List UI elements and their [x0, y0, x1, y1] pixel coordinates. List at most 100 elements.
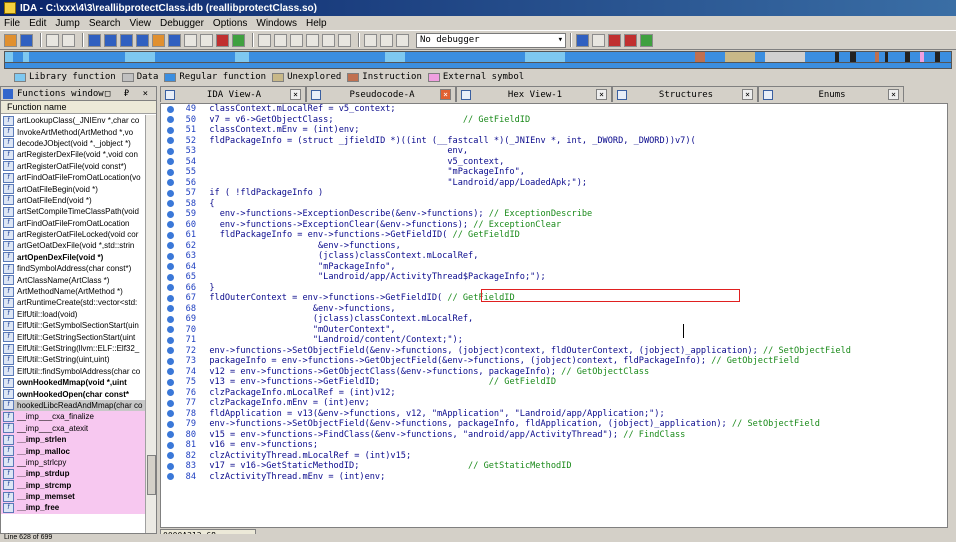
code-line[interactable]: 73 packageInfo = env->functions->GetObje… [161, 356, 947, 367]
tab-ida-view-a[interactable]: IDA View-A × [160, 86, 306, 102]
tab-hex-view-1[interactable]: Hex View-1 × [456, 86, 612, 102]
code-line[interactable]: 64 "mPackageInfo", [161, 262, 947, 273]
tab-close-icon[interactable]: × [888, 89, 899, 100]
code-line[interactable]: 77 clzPackageInfo.mEnv = (int)env; [161, 398, 947, 409]
paste-icon[interactable] [104, 33, 117, 47]
forward-icon[interactable] [62, 33, 75, 47]
breakpoint-icon[interactable] [608, 33, 621, 47]
tab-pseudocode-a[interactable]: Pseudocode-A × [306, 86, 456, 102]
binary-search-icon[interactable] [200, 33, 213, 47]
function-icon[interactable] [338, 33, 351, 47]
code-line[interactable]: 54 v5_context, [161, 157, 947, 168]
code-icon[interactable] [258, 33, 271, 47]
undefine-icon[interactable] [322, 33, 335, 47]
open-icon[interactable] [4, 33, 17, 47]
function-list-item[interactable]: f artFindOatFileFromOatLocation(vo [1, 172, 146, 183]
function-list-item[interactable]: f ElfUtil::GetString(uint,uint) [1, 354, 146, 365]
code-line[interactable]: 59 env->functions->ExceptionDescribe(&en… [161, 209, 947, 220]
function-list-item[interactable]: f artSetCompileTimeClassPath(void [1, 206, 146, 217]
tab-enums[interactable]: Enums × [758, 86, 904, 102]
menu-edit[interactable]: Edit [29, 18, 46, 29]
function-list-item[interactable]: f artOatFileEnd(void *) [1, 195, 146, 206]
code-line[interactable]: 53 env, [161, 146, 947, 157]
code-line[interactable]: 49 classContext.mLocalRef = v5_context; [161, 104, 947, 115]
tab-structures[interactable]: Structures × [612, 86, 758, 102]
code-line[interactable]: 56 "Landroid/app/LoadedApk;"); [161, 178, 947, 189]
string-icon[interactable] [290, 33, 303, 47]
code-line[interactable]: 50 v7 = v6->GetObjectClass; // GetFieldI… [161, 115, 947, 126]
function-list-item[interactable]: f findSymbolAddress(char const*) [1, 263, 146, 274]
function-list-item[interactable]: f artRegisterDexFile(void *,void con [1, 149, 146, 160]
code-line[interactable]: 79 env->functions->SetObjectField(&env->… [161, 419, 947, 430]
tab-close-icon[interactable]: × [596, 89, 607, 100]
debugger-select[interactable]: No debugger [416, 32, 566, 48]
copy-icon[interactable] [88, 33, 101, 47]
flag-icon[interactable] [624, 33, 637, 47]
code-line[interactable]: 76 clzPackageInfo.mLocalRef = (int)v12; [161, 388, 947, 399]
scrollbar-thumb[interactable] [147, 455, 156, 495]
code-line[interactable]: 84 clzActivityThread.mEnv = (int)env; [161, 472, 947, 483]
function-list-item[interactable]: f artFindOatFileFromOatLocation [1, 218, 146, 229]
code-line[interactable]: 58 { [161, 199, 947, 210]
code-line[interactable]: 57 if ( !fldPackageInfo ) [161, 188, 947, 199]
code-line[interactable]: 70 "mOuterContext", [161, 325, 947, 336]
function-list-item[interactable]: f artRegisterOatFile(void const*) [1, 161, 146, 172]
code-line[interactable]: 65 "Landroid/app/ActivityThread$PackageI… [161, 272, 947, 283]
text-search-icon[interactable] [184, 33, 197, 47]
function-list-item[interactable]: f hookedLibcReadAndMmap(char co [1, 399, 146, 412]
code-line[interactable]: 63 (jclass)classContext.mLocalRef, [161, 251, 947, 262]
code-line[interactable]: 52 fldPackageInfo = (struct _jfieldID *)… [161, 136, 947, 147]
tab-close-icon[interactable]: × [440, 89, 451, 100]
back-icon[interactable] [46, 33, 59, 47]
function-list-item[interactable]: f ElfUtil::GetSymbolSectionStart(uin [1, 320, 146, 331]
function-list-item[interactable]: f __imp_memset [1, 490, 146, 503]
attach-icon[interactable] [576, 33, 589, 47]
function-list-item[interactable]: f __imp_strdup [1, 468, 146, 480]
stop-icon[interactable] [396, 33, 409, 47]
tab-close-icon[interactable]: × [742, 89, 753, 100]
array-icon[interactable] [306, 33, 319, 47]
arrow-up-icon[interactable] [168, 33, 181, 47]
code-line[interactable]: 82 clzActivityThread.mLocalRef = (int)v1… [161, 451, 947, 462]
navigation-band-overview[interactable] [4, 63, 952, 69]
function-list-item[interactable]: f __imp___cxa_atexit [1, 422, 146, 434]
code-line[interactable]: 74 v12 = env->functions->GetObjectClass(… [161, 367, 947, 378]
function-list-item[interactable]: f ElfUtil::findSymbolAddress(char co [1, 366, 146, 377]
function-list-item[interactable]: f __imp_malloc [1, 445, 146, 457]
code-line[interactable]: 69 (jclass)classContext.mLocalRef, [161, 314, 947, 325]
code-line[interactable]: 83 v17 = v16->GetStaticMethodID; // GetS… [161, 461, 947, 472]
function-list-item[interactable]: f InvokeArtMethod(ArtMethod *,vo [1, 126, 146, 138]
menu-help[interactable]: Help [306, 18, 327, 29]
function-name-column-header[interactable]: Function name [1, 101, 156, 114]
menu-options[interactable]: Options [213, 18, 247, 29]
function-list-item[interactable]: f __imp_strcmp [1, 479, 146, 491]
text-view-icon[interactable] [216, 33, 229, 47]
play-icon[interactable] [364, 33, 377, 47]
pause-icon[interactable] [380, 33, 393, 47]
menu-view[interactable]: View [130, 18, 152, 29]
function-list-item[interactable]: f artOatFileBegin(void *) [1, 183, 146, 195]
code-line[interactable]: 75 v13 = env->functions->GetFieldID; // … [161, 377, 947, 388]
navigation-band[interactable] [4, 51, 952, 63]
function-list-item[interactable]: f artLookupClass(_JNIEnv *,char co [1, 115, 146, 126]
pseudocode-view[interactable]: 49 classContext.mLocalRef = v5_context; 5… [160, 103, 948, 528]
function-list-item[interactable]: f artGetOatDexFile(void *,std::strin [1, 240, 146, 251]
function-list-item[interactable]: f __imp_strlen [1, 433, 146, 446]
code-line[interactable]: 61 fldPackageInfo = env->functions->GetF… [161, 230, 947, 241]
code-line[interactable]: 62 &env->functions, [161, 241, 947, 252]
jump-icon[interactable] [152, 33, 165, 47]
code-line[interactable]: 55 "mPackageInfo", [161, 167, 947, 178]
function-list-item[interactable]: f ArtMethodName(ArtMethod *) [1, 286, 146, 297]
step-icon[interactable] [592, 33, 605, 47]
function-list-item[interactable]: f artRegisterOatFileLocked(void cor [1, 229, 146, 240]
function-list-item[interactable]: f __imp_free [1, 502, 146, 514]
function-list-item[interactable]: f ArtClassName(ArtClass *) [1, 274, 146, 286]
function-list-scrollbar[interactable] [145, 115, 156, 533]
function-list-item[interactable]: f ElfUtil::GetString(llvm::ELF::Elf32_ [1, 343, 146, 354]
find-next-icon[interactable] [136, 33, 149, 47]
function-list-item[interactable]: f ownHookedOpen(char const* [1, 388, 146, 400]
code-line[interactable]: 72 env->functions->SetObjectField(&env->… [161, 346, 947, 357]
code-line[interactable]: 78 fldApplication = v13(&env->functions,… [161, 409, 947, 420]
data-icon[interactable] [274, 33, 287, 47]
code-line[interactable]: 80 v15 = env->functions->FindClass(&env-… [161, 430, 947, 441]
